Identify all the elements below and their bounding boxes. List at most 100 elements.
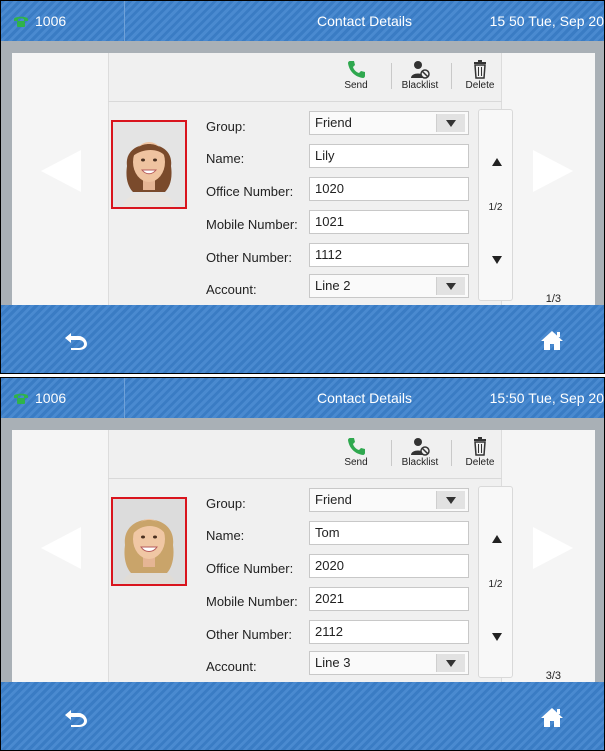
account-select[interactable]: Line 3	[309, 651, 469, 675]
office-number-field[interactable]: 1020	[309, 177, 469, 201]
action-toolbar: Send Blacklist Delete	[108, 430, 502, 479]
office-number-label: Office Number:	[206, 184, 294, 199]
scroll-down-icon[interactable]	[492, 633, 502, 641]
contact-avatar	[113, 122, 185, 207]
status-bar: 1006 Contact Details 15:50 Tue, Sep 20	[1, 378, 604, 418]
delete-label: Delete	[465, 80, 495, 91]
mobile-number-label: Mobile Number:	[206, 594, 298, 609]
next-contact-arrow-icon[interactable]	[533, 527, 573, 569]
page-scroller[interactable]: 1/2	[478, 486, 513, 678]
delete-label: Delete	[465, 457, 495, 468]
toolbar-separator	[451, 63, 452, 89]
field-page-indicator: 1/2	[488, 579, 503, 590]
phone-send-icon	[348, 438, 365, 455]
page-scroller[interactable]: 1/2	[478, 109, 513, 301]
blacklist-button[interactable]: Blacklist	[397, 432, 443, 476]
other-number-label: Other Number:	[206, 627, 292, 642]
scroll-down-icon[interactable]	[492, 256, 502, 264]
send-button[interactable]: Send	[333, 432, 379, 476]
other-number-label: Other Number:	[206, 250, 292, 265]
contact-panel: 1/3 Send Blacklist Delete Group: Friend …	[12, 53, 595, 307]
scroll-up-icon[interactable]	[492, 535, 502, 543]
send-label: Send	[344, 80, 368, 91]
prev-contact-area[interactable]	[12, 430, 109, 684]
field-page-indicator: 1/2	[488, 202, 503, 213]
name-field[interactable]: Tom	[309, 521, 469, 545]
account-number: 1006	[35, 390, 67, 406]
blacklist-label: Blacklist	[401, 80, 439, 91]
next-contact-arrow-icon[interactable]	[533, 150, 573, 192]
contact-photo[interactable]	[111, 120, 187, 209]
back-arrow-icon[interactable]	[63, 706, 89, 728]
bottom-bar	[1, 305, 604, 373]
office-number-label: Office Number:	[206, 561, 294, 576]
contact-details-screen-1: 1006 Contact Details 15 50 Tue, Sep 20 1…	[0, 0, 605, 374]
blacklist-label: Blacklist	[401, 457, 439, 468]
mobile-number-label: Mobile Number:	[206, 217, 298, 232]
contact-index: 3/3	[545, 670, 561, 682]
home-icon[interactable]	[539, 706, 565, 728]
account-label: Account:	[206, 659, 257, 674]
group-label: Group:	[206, 119, 246, 134]
user-block-icon	[411, 438, 430, 456]
send-label: Send	[344, 457, 368, 468]
prev-contact-area[interactable]	[12, 53, 109, 307]
phone-icon	[14, 16, 28, 27]
bottom-bar	[1, 682, 604, 750]
contact-index: 1/3	[545, 293, 561, 305]
name-label: Name:	[206, 151, 245, 166]
contact-details-screen-2: 1006 Contact Details 15:50 Tue, Sep 20 3…	[0, 377, 605, 751]
clock: 15 50 Tue, Sep 20	[489, 13, 604, 29]
account-indicator[interactable]: 1006	[1, 1, 125, 41]
group-select[interactable]: Friend	[309, 111, 469, 135]
account-value: Line 2	[315, 278, 351, 293]
account-label: Account:	[206, 282, 257, 297]
status-bar: 1006 Contact Details 15 50 Tue, Sep 20	[1, 1, 604, 41]
mobile-number-field[interactable]: 1021	[309, 210, 469, 234]
account-select[interactable]: Line 2	[309, 274, 469, 298]
mobile-number-field[interactable]: 2021	[309, 587, 469, 611]
content-area: 3/3 Send Blacklist Delete Group: Friend …	[1, 418, 604, 684]
chevron-down-icon[interactable]	[436, 114, 465, 132]
user-block-icon	[411, 61, 430, 79]
chevron-down-icon[interactable]	[436, 277, 465, 295]
content-area: 1/3 Send Blacklist Delete Group: Friend …	[1, 41, 604, 307]
prev-contact-arrow-icon[interactable]	[41, 527, 81, 569]
send-button[interactable]: Send	[333, 55, 379, 99]
delete-button[interactable]: Delete	[457, 432, 503, 476]
contact-photo[interactable]	[111, 497, 187, 586]
other-number-field[interactable]: 2112	[309, 620, 469, 644]
account-indicator[interactable]: 1006	[1, 378, 125, 418]
clock: 15:50 Tue, Sep 20	[489, 390, 604, 406]
office-number-field[interactable]: 2020	[309, 554, 469, 578]
back-arrow-icon[interactable]	[63, 329, 89, 351]
trash-icon	[474, 437, 486, 456]
phone-icon	[14, 393, 28, 404]
next-contact-area[interactable]: 3/3	[501, 430, 595, 684]
account-number: 1006	[35, 13, 67, 29]
action-toolbar: Send Blacklist Delete	[108, 53, 502, 102]
chevron-down-icon[interactable]	[436, 491, 465, 509]
trash-icon	[474, 60, 486, 79]
other-number-field[interactable]: 1112	[309, 243, 469, 267]
toolbar-separator	[391, 63, 392, 89]
name-field[interactable]: Lily	[309, 144, 469, 168]
group-select[interactable]: Friend	[309, 488, 469, 512]
next-contact-area[interactable]: 1/3	[501, 53, 595, 307]
group-label: Group:	[206, 496, 246, 511]
phone-send-icon	[348, 61, 365, 78]
blacklist-button[interactable]: Blacklist	[397, 55, 443, 99]
group-value: Friend	[315, 492, 352, 507]
contact-panel: 3/3 Send Blacklist Delete Group: Friend …	[12, 430, 595, 684]
name-label: Name:	[206, 528, 245, 543]
toolbar-separator	[391, 440, 392, 466]
contact-avatar	[113, 499, 185, 584]
account-value: Line 3	[315, 655, 351, 670]
group-value: Friend	[315, 115, 352, 130]
home-icon[interactable]	[539, 329, 565, 351]
prev-contact-arrow-icon[interactable]	[41, 150, 81, 192]
chevron-down-icon[interactable]	[436, 654, 465, 672]
scroll-up-icon[interactable]	[492, 158, 502, 166]
delete-button[interactable]: Delete	[457, 55, 503, 99]
toolbar-separator	[451, 440, 452, 466]
